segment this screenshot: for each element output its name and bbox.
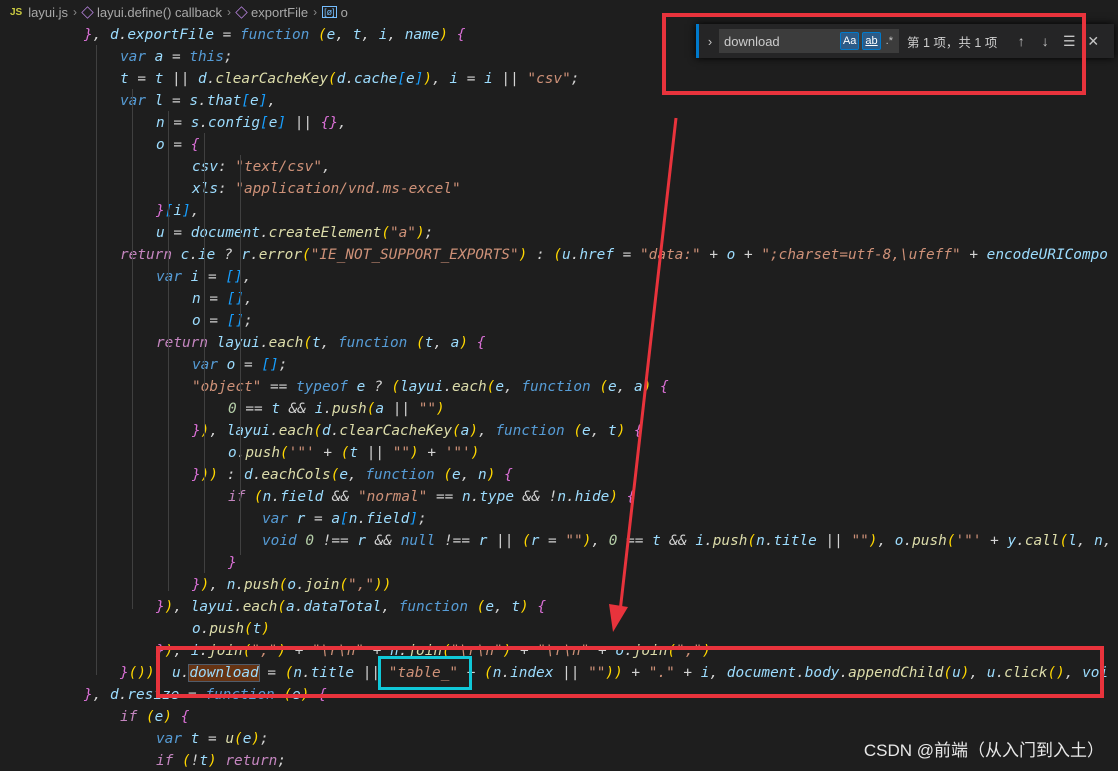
code-line[interactable]: o = { [156,134,199,156]
breadcrumb-item-o[interactable]: o [341,5,348,20]
annotation-find-box [662,13,1086,95]
code-line[interactable]: n = s.config[e] || {}, [156,112,347,134]
chevron-right-icon: › [313,5,318,19]
chevron-right-icon: › [227,5,231,19]
code-line[interactable]: void 0 !== r && null !== r || (r = ""), … [262,530,1112,552]
code-line[interactable]: return layui.each(t, function (t, a) { [156,332,485,354]
chevron-right-icon: › [72,5,77,19]
code-line[interactable]: }[i], [156,200,199,222]
breadcrumb-item-exportfile[interactable]: exportFile [251,5,308,20]
code-line[interactable]: xls: "application/vnd.ms-excel" [192,178,461,200]
code-line[interactable]: "object" == typeof e ? (layui.each(e, fu… [192,376,669,398]
watermark: CSDN @前端（从入门到入土） [863,741,1104,760]
code-line[interactable]: o.push(t) [192,618,270,640]
code-line[interactable]: o = []; [192,310,253,332]
code-line[interactable]: n = [], [192,288,253,310]
method-icon [235,5,248,19]
code-line[interactable]: } [228,552,237,574]
code-line[interactable]: csv: "text/csv", [192,156,331,178]
code-line[interactable]: o.push('"' + (t || "") + '"') [228,442,479,464]
code-line[interactable]: if (!t) return; [156,750,286,771]
js-file-icon: JS [10,6,23,18]
code-line[interactable]: if (n.field && "normal" == n.type && !n.… [228,486,635,508]
breadcrumb-item-file[interactable]: layui.js [28,5,68,20]
code-line[interactable]: var a = this; [120,46,233,68]
code-line[interactable]: u = document.createElement("a"); [156,222,433,244]
breadcrumb-item-define[interactable]: layui.define() callback [97,5,222,20]
code-line[interactable]: var t = u(e); [156,728,269,750]
indent-guide [96,45,97,675]
code-line[interactable]: }), n.push(o.join(",")) [192,574,391,596]
method-icon [81,5,94,19]
code-line[interactable]: }), layui.each(d.clearCacheKey(a), funct… [192,420,643,442]
code-line[interactable]: }, d.exportFile = function (e, t, i, nam… [84,24,465,46]
indent-guide [240,155,241,555]
indent-guide [168,111,169,591]
code-line[interactable]: if (e) { [120,706,189,728]
code-line[interactable]: 0 == t && i.push(a || "") [228,398,445,420]
code-line[interactable]: return c.ie ? r.error("IE_NOT_SUPPORT_EX… [120,244,1108,266]
indent-guide [132,89,133,609]
annotation-code-box [156,646,1104,698]
code-line[interactable]: var l = s.that[e], [120,90,276,112]
indent-guide [204,133,205,573]
annotation-string-box [378,656,472,690]
code-line[interactable]: t = t || d.clearCacheKey(d.cache[e]), i … [120,68,579,90]
variable-icon: [ø] [322,6,337,18]
code-line[interactable]: var r = a[n.field]; [262,508,427,530]
code-line[interactable]: }), layui.each(a.dataTotal, function (e,… [156,596,546,618]
